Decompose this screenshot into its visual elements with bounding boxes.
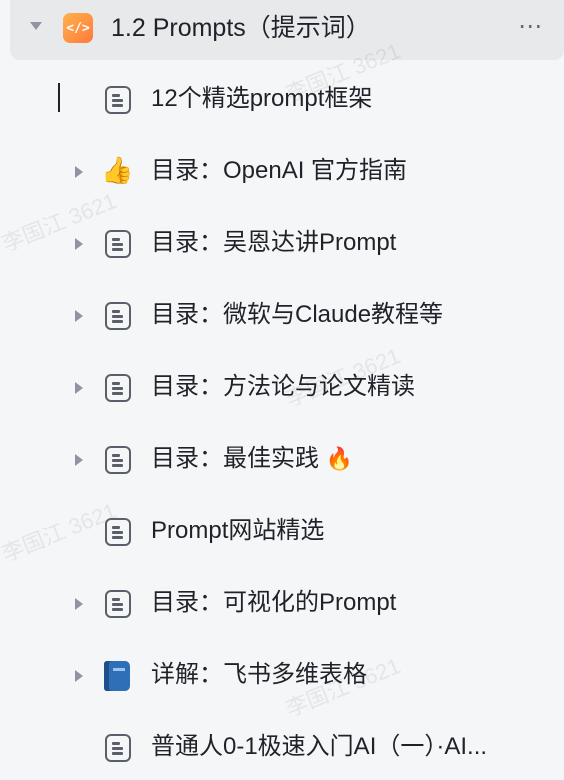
expand-caret-icon[interactable] [75, 670, 83, 682]
doc-icon [105, 302, 131, 330]
tree-item-visual-prompt[interactable]: 目录：可视化的Prompt [0, 577, 564, 629]
tree-item-label[interactable]: 目录：吴恩达讲Prompt [151, 226, 396, 260]
tree-item-prompt-frameworks[interactable]: 12个精选prompt框架 [0, 73, 564, 125]
tree-item-feishu-bitable[interactable]: 详解：飞书多维表格 [0, 649, 564, 701]
fire-icon: 🔥 [325, 446, 354, 471]
doc-icon [105, 518, 131, 546]
tree-item-label[interactable]: 目录：OpenAI 官方指南 [151, 154, 407, 188]
tree-item-ai-intro[interactable]: 普通人0-1极速入门AI（一）·AI... [0, 721, 564, 773]
expand-caret-icon[interactable] [75, 598, 83, 610]
expand-caret-icon[interactable] [75, 382, 83, 394]
node-title[interactable]: 1.2 Prompts（提示词） [111, 11, 371, 45]
expand-caret-icon[interactable] [75, 166, 83, 178]
tree-item-label[interactable]: 普通人0-1极速入门AI（一）·AI... [151, 730, 487, 764]
expand-caret-icon[interactable] [75, 310, 83, 322]
tree-item-label[interactable]: 目录：最佳实践 🔥 [151, 442, 353, 476]
doc-icon [105, 374, 131, 402]
tree-item-label[interactable]: 详解：飞书多维表格 [151, 658, 367, 692]
tree-item-label[interactable]: 目录：可视化的Prompt [151, 586, 396, 620]
thumbs-up-icon: 👍 [101, 156, 134, 186]
collapse-caret-icon[interactable] [30, 22, 42, 30]
tree-item-label-text: 目录：最佳实践 [151, 445, 319, 472]
doc-icon [105, 86, 131, 114]
doc-icon [105, 590, 131, 618]
tree-item-microsoft-claude[interactable]: 目录：微软与Claude教程等 [0, 289, 564, 341]
doc-icon [105, 446, 131, 474]
expand-caret-icon[interactable] [75, 238, 83, 250]
tree-item-prompt-sites[interactable]: Prompt网站精选 [0, 505, 564, 557]
tree-item-methodology[interactable]: 目录：方法论与论文精读 [0, 361, 564, 413]
book-icon [104, 661, 130, 691]
code-icon: </> [63, 13, 93, 43]
tree-item-label[interactable]: 12个精选prompt框架 [151, 82, 372, 116]
tree-item-openai-guide[interactable]: 👍 目录：OpenAI 官方指南 [0, 145, 564, 197]
tree-item-andrew-ng-prompt[interactable]: 目录：吴恩达讲Prompt [0, 217, 564, 269]
tree-item-label[interactable]: Prompt网站精选 [151, 514, 324, 548]
doc-icon [105, 734, 131, 762]
tree-item-label[interactable]: 目录：方法论与论文精读 [151, 370, 415, 404]
expand-caret-icon[interactable] [75, 454, 83, 466]
tree-item-best-practices[interactable]: 目录：最佳实践 🔥 [0, 433, 564, 485]
more-options-icon[interactable]: ⋯ [518, 12, 543, 41]
tree-item-label[interactable]: 目录：微软与Claude教程等 [151, 298, 443, 332]
doc-icon [105, 230, 131, 258]
